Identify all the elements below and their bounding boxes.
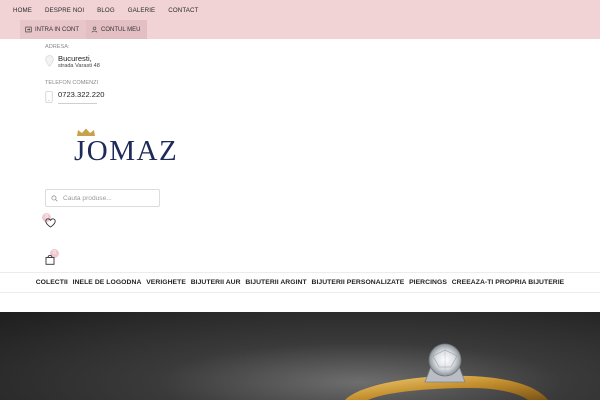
top-nav-blog[interactable]: BLOG (97, 7, 115, 14)
login-label: INTRA IN CONT (35, 26, 80, 33)
main-nav: COLECTII INELE DE LOGODNA VERIGHETE BIJU… (0, 273, 600, 291)
search-input[interactable] (63, 194, 153, 202)
my-account-button[interactable]: CONTUL MEU (86, 20, 148, 39)
search-box (45, 189, 160, 207)
phone-label: TELEFON COMENZI (45, 80, 99, 86)
main-nav-bijuterii-argint[interactable]: BIJUTERII ARGINT (245, 279, 306, 286)
address-city: Bucuresti, (58, 54, 92, 63)
account-links: INTRA IN CONT CONTUL MEU (20, 20, 148, 39)
phone-number[interactable]: 0723.322.220 (58, 90, 104, 99)
main-nav-bijuterii-aur[interactable]: BIJUTERII AUR (191, 279, 241, 286)
logo-text: JOMAZ (74, 135, 179, 167)
ring-image (345, 343, 548, 400)
login-icon (25, 26, 32, 33)
main-nav-creeaza-ti-propria-bijuterie[interactable]: CREEAZA-TI PROPRIA BIJUTERIE (452, 279, 565, 286)
my-account-label: CONTUL MEU (101, 26, 141, 33)
top-nav: HOME DESPRE NOI BLOG GALERIE CONTACT (13, 7, 211, 14)
phone-underline (58, 103, 97, 104)
search-icon (51, 194, 58, 202)
main-nav-bijuterii-personalizate[interactable]: BIJUTERII PERSONALIZATE (312, 279, 405, 286)
address-street: strada Varasti 48 (58, 63, 100, 69)
login-button[interactable]: INTRA IN CONT (20, 20, 87, 39)
user-icon (91, 26, 98, 33)
main-nav-bottom-divider (0, 292, 600, 293)
location-pin-icon (45, 55, 54, 67)
address-label: ADRESA: (45, 44, 70, 50)
top-nav-home[interactable]: HOME (13, 7, 32, 14)
top-nav-contact[interactable]: CONTACT (168, 7, 198, 14)
shopping-bag-icon[interactable] (45, 254, 55, 265)
main-nav-piercings[interactable]: PIERCINGS (409, 279, 447, 286)
top-nav-galerie[interactable]: GALERIE (128, 7, 156, 14)
jomaz-logo[interactable]: JOMAZ (74, 128, 188, 168)
phone-icon (45, 91, 53, 103)
top-nav-despre-noi[interactable]: DESPRE NOI (45, 7, 84, 14)
main-nav-verighete[interactable]: VERIGHETE (146, 279, 186, 286)
main-nav-colectii[interactable]: COLECTII (36, 279, 68, 286)
main-nav-inele-de-logodna[interactable]: INELE DE LOGODNA (73, 279, 142, 286)
hero-banner (0, 312, 600, 400)
top-bar: HOME DESPRE NOI BLOG GALERIE CONTACT INT… (0, 0, 600, 39)
heart-icon[interactable] (45, 218, 56, 228)
